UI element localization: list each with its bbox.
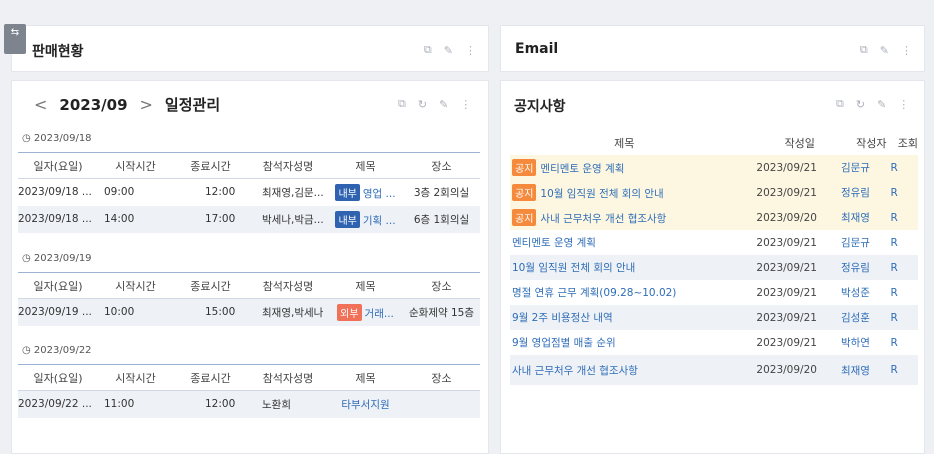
external-badge: 외부	[337, 303, 362, 321]
notice-title-link[interactable]: 9월 영업점별 매출 순위	[510, 330, 738, 355]
email-panel-tools: ⧉ ✎ ⋮	[860, 43, 912, 57]
sales-panel-tools: ⧉ ✎ ⋮	[424, 43, 476, 57]
schedule-date-label: ◷ 2023/09/18	[22, 133, 92, 144]
schedule-title: 일정관리	[164, 96, 221, 114]
column-header: 종료시간	[173, 272, 248, 299]
table-row[interactable]: 9월 2주 비용정산 내역 2023/09/21 김성훈 R	[510, 305, 918, 330]
column-header: 제목	[614, 137, 635, 150]
table-row[interactable]: 2023/09/19 ... 10:00 15:00 최재영,박세나 외부 거래.…	[18, 298, 480, 326]
prev-month-button[interactable]: <	[34, 95, 47, 114]
notice-title-link[interactable]: 10월 임직원 전체 회의 안내	[540, 188, 663, 200]
notice-badge: 공지	[512, 159, 537, 176]
email-panel: Email ⧉ ✎ ⋮	[500, 25, 925, 72]
edit-icon[interactable]: ✎	[439, 98, 448, 111]
column-header: 일자(요일)	[18, 272, 98, 299]
sales-panel: 판매현황 ⧉ ✎ ⋮	[11, 25, 489, 72]
notice-title-link[interactable]: 사내 근무처우 개선 협조사항	[540, 213, 666, 225]
internal-badge: 내부	[335, 210, 360, 228]
next-month-button[interactable]: >	[140, 95, 153, 114]
column-header: 참석자성명	[248, 364, 328, 391]
notice-tools: ⧉ ↻ ✎ ⋮	[836, 97, 909, 111]
column-header: 일자(요일)	[18, 364, 98, 391]
column-header: 참석자성명	[248, 272, 328, 299]
table-row[interactable]: 공지 사내 근무처우 개선 협조사항 2023/09/20 최재영 R	[510, 205, 918, 230]
notice-title-link[interactable]: 9월 2주 비용정산 내역	[510, 305, 739, 330]
column-header: 시작시간	[98, 272, 173, 299]
popout-icon[interactable]: ⧉	[398, 97, 406, 111]
edit-icon[interactable]: ✎	[880, 44, 889, 57]
notice-title-link[interactable]: 사내 근무처우 개선 협조사항	[510, 355, 739, 385]
column-header: 조회	[897, 137, 918, 150]
column-header: 시작시간	[98, 364, 173, 391]
notice-badge: 공지	[512, 184, 537, 201]
refresh-icon[interactable]: ↻	[418, 98, 427, 111]
schedule-date-label: ◷ 2023/09/19	[22, 253, 92, 264]
column-header: 종료시간	[173, 152, 248, 179]
email-panel-title: Email	[515, 41, 559, 57]
table-row[interactable]: 사내 근무처우 개선 협조사항 2023/09/20 최재영 R	[510, 355, 918, 385]
column-header: 시작시간	[98, 152, 173, 179]
table-row[interactable]: 2023/09/22 ... 11:00 12:00 노환희 타부서지원	[18, 390, 480, 418]
column-header: 참석자성명	[248, 152, 328, 179]
table-row[interactable]: 2023/09/18 ... 09:00 12:00 최재영,김문... 내부 영…	[18, 179, 480, 206]
sales-panel-title: 판매현황	[32, 44, 84, 60]
column-header: 제목	[328, 152, 403, 179]
more-icon[interactable]: ⋮	[901, 44, 912, 57]
column-header: 작성일	[784, 137, 815, 150]
schedule-date-label: ◷ 2023/09/22	[22, 345, 92, 356]
schedule-header: < 2023/09 > 일정관리	[34, 94, 220, 115]
internal-badge: 내부	[335, 183, 360, 201]
table-row[interactable]: 명절 연휴 근무 계획(09.28~10.02) 2023/09/21 박성준 …	[510, 280, 918, 305]
schedule-subject-link[interactable]: 기획 ...	[363, 215, 396, 227]
popout-icon[interactable]: ⧉	[860, 43, 868, 57]
schedule-subject-link[interactable]: 거래...	[365, 308, 394, 320]
table-row[interactable]: 멘티멘토 운영 계획 2023/09/21 김문규 R	[510, 230, 918, 255]
notice-title-link[interactable]: 멘티멘토 운영 계획	[540, 163, 624, 175]
notice-badge: 공지	[512, 209, 537, 226]
schedule-subject-link[interactable]: 타부서지원	[341, 399, 389, 411]
current-month: 2023/09	[59, 95, 128, 114]
notice-title-link[interactable]: 명절 연휴 근무 계획(09.28~10.02)	[510, 280, 738, 305]
schedule-table: 일자(요일) 시작시간 종료시간 참석자성명 제목 장소 2023/09/19 …	[18, 272, 480, 326]
table-row[interactable]: 9월 영업점별 매출 순위 2023/09/21 박하연 R	[510, 330, 918, 355]
column-header: 장소	[403, 152, 480, 179]
more-icon[interactable]: ⋮	[460, 98, 471, 111]
column-header: 제목	[328, 272, 403, 299]
more-icon[interactable]: ⋮	[898, 98, 909, 111]
schedule-tools: ⧉ ↻ ✎ ⋮	[398, 97, 471, 111]
edit-icon[interactable]: ✎	[877, 98, 886, 111]
notice-table: 제목 작성일 작성자 조회 공지 멘티멘토 운영 계획 2023/09/21 김문…	[510, 131, 918, 385]
column-header: 제목	[328, 364, 403, 391]
column-header: 일자(요일)	[18, 152, 98, 179]
table-row[interactable]: 공지 멘티멘토 운영 계획 2023/09/21 김문규 R	[510, 155, 918, 180]
notice-title-link[interactable]: 10월 임직원 전체 회의 안내	[510, 255, 739, 280]
schedule-subject-link[interactable]: 영업 ...	[363, 188, 396, 200]
column-header: 장소	[403, 364, 480, 391]
column-header: 종료시간	[173, 364, 248, 391]
refresh-icon[interactable]: ↻	[856, 98, 865, 111]
schedule-table: 일자(요일) 시작시간 종료시간 참석자성명 제목 장소 2023/09/22 …	[18, 364, 480, 418]
edit-icon[interactable]: ✎	[444, 44, 453, 57]
table-row[interactable]: 10월 임직원 전체 회의 안내 2023/09/21 정유림 R	[510, 255, 918, 280]
more-icon[interactable]: ⋮	[465, 44, 476, 57]
table-row[interactable]: 2023/09/18 ... 14:00 17:00 박세나,박금... 내부 기…	[18, 205, 480, 233]
column-header: 작성자	[856, 137, 887, 150]
notice-panel-title: 공지사항	[514, 99, 566, 115]
schedule-table: 일자(요일) 시작시간 종료시간 참석자성명 제목 장소 2023/09/18 …	[18, 152, 480, 233]
notice-title-link[interactable]: 멘티멘토 운영 계획	[510, 230, 738, 255]
swap-icon[interactable]: ⇆	[4, 24, 26, 54]
table-row[interactable]: 공지 10월 임직원 전체 회의 안내 2023/09/21 정유림 R	[510, 180, 918, 205]
popout-icon[interactable]: ⧉	[836, 97, 844, 111]
popout-icon[interactable]: ⧉	[424, 43, 432, 57]
column-header: 장소	[403, 272, 480, 299]
